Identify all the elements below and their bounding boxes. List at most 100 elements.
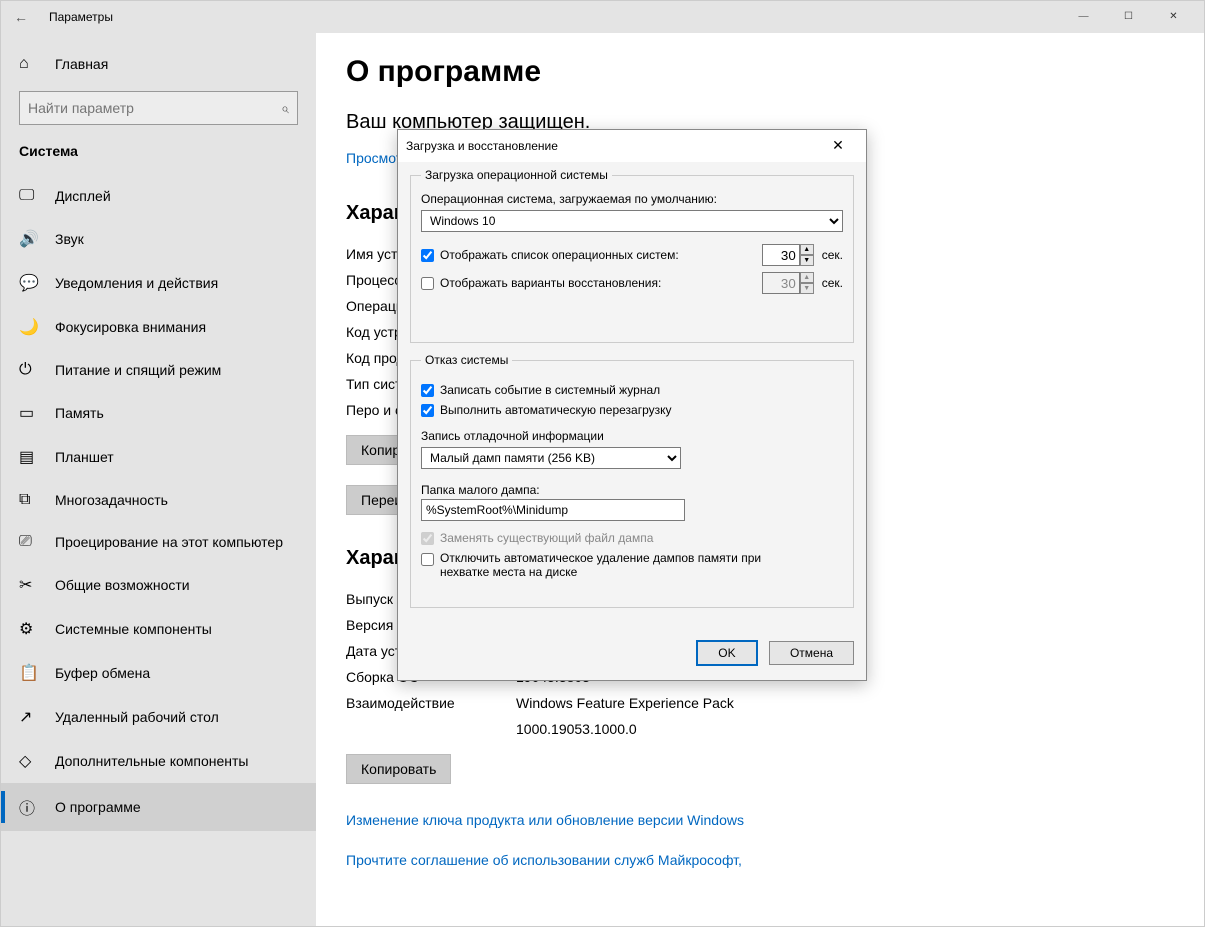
nav-icon: 🌙 <box>19 317 39 337</box>
section-label: Система <box>1 139 316 175</box>
search-box[interactable]: ⌕ <box>19 91 298 125</box>
spin-down-icon: ▼ <box>800 283 814 294</box>
sidebar-item[interactable]: ⓘ О программе <box>1 783 316 831</box>
spin-down-icon[interactable]: ▼ <box>800 255 814 266</box>
nav-label: Дисплей <box>55 188 111 204</box>
page-title: О программе <box>346 55 1174 89</box>
cancel-button[interactable]: Отмена <box>769 641 854 665</box>
os-list-time-spinner[interactable]: ▲▼ <box>762 244 814 266</box>
nav-icon: ◇ <box>19 751 39 771</box>
nav-label: Фокусировка внимания <box>55 319 206 335</box>
sidebar-item[interactable]: ⚙Системные компоненты <box>1 607 316 651</box>
dump-folder-input[interactable] <box>421 499 685 521</box>
sidebar-item[interactable]: ▭ Память <box>1 391 316 435</box>
minimize-button[interactable]: — <box>1061 1 1106 33</box>
spin-up-icon: ▲ <box>800 272 814 283</box>
sidebar-item[interactable]: ↗Удаленный рабочий стол <box>1 695 316 739</box>
dialog-titlebar: Загрузка и восстановление ✕ <box>398 130 866 162</box>
nav-label: Планшет <box>55 449 114 465</box>
spec-exp-label: Взаимодействие <box>346 690 516 742</box>
default-os-label: Операционная система, загружаемая по умо… <box>421 192 843 206</box>
sidebar: ⌂ Главная ⌕ Система 🖵 Дисплей 🔊 Звук 💬Уведом… <box>1 33 316 926</box>
back-button[interactable]: ← <box>9 9 33 25</box>
nav-icon: ▤ <box>19 447 39 467</box>
nav-label: Удаленный рабочий стол <box>55 709 219 725</box>
nav-label: Звук <box>55 231 84 247</box>
sidebar-item[interactable]: ✂ Общие возможности <box>1 563 316 607</box>
sidebar-item[interactable]: 🔊 Звук <box>1 217 316 261</box>
log-event-checkbox[interactable] <box>421 384 434 397</box>
ok-button[interactable]: OK <box>696 640 757 666</box>
search-input[interactable] <box>28 100 281 116</box>
nav-label: Общие возможности <box>55 577 190 593</box>
nav-icon: 🖵 <box>19 187 39 205</box>
sidebar-item[interactable]: ▤ Планшет <box>1 435 316 479</box>
nav-label: Память <box>55 405 104 421</box>
copy-windows-button[interactable]: Копировать <box>346 754 451 784</box>
sidebar-item[interactable]: 💬Уведомления и действия <box>1 261 316 305</box>
overwrite-dump-label: Заменять существующий файл дампа <box>440 531 653 545</box>
system-startup-group: Загрузка операционной системы Операционн… <box>410 168 854 343</box>
close-button[interactable]: ✕ <box>1151 1 1196 33</box>
system-failure-group: Отказ системы Записать событие в системн… <box>410 353 854 608</box>
sec-label-2: сек. <box>822 276 843 290</box>
nav-icon: 🔊 <box>19 229 39 249</box>
disable-auto-delete-checkbox[interactable] <box>421 553 434 566</box>
show-os-list-checkbox[interactable] <box>421 249 434 262</box>
recovery-time-spinner: ▲▼ <box>762 272 814 294</box>
auto-restart-checkbox[interactable] <box>421 404 434 417</box>
sidebar-item[interactable]: ⏻ Питание и спящий режим <box>1 349 316 391</box>
show-os-list-label: Отображать список операционных систем: <box>440 248 762 262</box>
startup-recovery-dialog: Загрузка и восстановление ✕ Загрузка опе… <box>397 129 867 681</box>
nav-icon: ⓘ <box>19 795 39 819</box>
spin-up-icon[interactable]: ▲ <box>800 244 814 255</box>
sidebar-item[interactable]: ⧉ Многозадачность <box>1 479 316 521</box>
window-title: Параметры <box>49 10 113 24</box>
nav-label: Многозадачность <box>55 492 168 508</box>
auto-restart-label: Выполнить автоматическую перезагрузку <box>440 403 672 417</box>
sidebar-item[interactable]: 🌙 Фокусировка внимания <box>1 305 316 349</box>
nav-label: Уведомления и действия <box>55 275 218 291</box>
disable-auto-delete-label: Отключить автоматическое удаление дампов… <box>440 551 810 579</box>
dialog-title: Загрузка и восстановление <box>406 139 558 153</box>
nav-icon: ✂ <box>19 575 39 595</box>
sidebar-item[interactable]: 🖵 Дисплей <box>1 175 316 217</box>
sidebar-item[interactable]: 📋 Буфер обмена <box>1 651 316 695</box>
nav-label: О программе <box>55 799 141 815</box>
dump-info-group: Запись отладочной информации Малый дамп … <box>421 423 843 585</box>
nav-label: Дополнительные компоненты <box>55 753 249 769</box>
product-key-link[interactable]: Изменение ключа продукта или обновление … <box>346 812 744 828</box>
dump-info-legend: Запись отладочной информации <box>421 429 843 443</box>
default-os-select[interactable]: Windows 10 <box>421 210 843 232</box>
home-label: Главная <box>55 56 108 72</box>
nav-label: Буфер обмена <box>55 665 150 681</box>
spec-exp-value: Windows Feature Experience Pack 1000.190… <box>516 690 816 742</box>
nav-label: Питание и спящий режим <box>55 362 221 378</box>
home-nav[interactable]: ⌂ Главная <box>1 45 316 83</box>
system-startup-legend: Загрузка операционной системы <box>421 168 612 182</box>
dump-type-select[interactable]: Малый дамп памяти (256 KB) <box>421 447 681 469</box>
search-icon: ⌕ <box>281 100 289 117</box>
nav-icon: ⏻ <box>19 361 39 379</box>
nav-icon: ⚙ <box>19 619 39 639</box>
titlebar: ← Параметры — ☐ ✕ <box>1 1 1204 33</box>
ms-agreement-link[interactable]: Прочтите соглашение об использовании слу… <box>346 852 742 868</box>
nav-icon: ⎚ <box>19 533 39 551</box>
os-list-time-input[interactable] <box>762 244 800 266</box>
dialog-close-button[interactable]: ✕ <box>818 138 858 155</box>
log-event-label: Записать событие в системный журнал <box>440 383 660 397</box>
overwrite-dump-checkbox <box>421 532 434 545</box>
system-failure-legend: Отказ системы <box>421 353 512 367</box>
nav-icon: 📋 <box>19 663 39 683</box>
dump-folder-label: Папка малого дампа: <box>421 483 843 497</box>
maximize-button[interactable]: ☐ <box>1106 1 1151 33</box>
show-recovery-label: Отображать варианты восстановления: <box>440 276 762 290</box>
home-icon: ⌂ <box>19 55 39 73</box>
sidebar-item[interactable]: ◇ Дополнительные компоненты <box>1 739 316 783</box>
show-recovery-checkbox[interactable] <box>421 277 434 290</box>
nav-icon: ▭ <box>19 403 39 423</box>
nav-icon: ⧉ <box>19 491 39 509</box>
sidebar-item[interactable]: ⎚Проецирование на этот компьютер <box>1 521 316 563</box>
sec-label-1: сек. <box>822 248 843 262</box>
recovery-time-input <box>762 272 800 294</box>
